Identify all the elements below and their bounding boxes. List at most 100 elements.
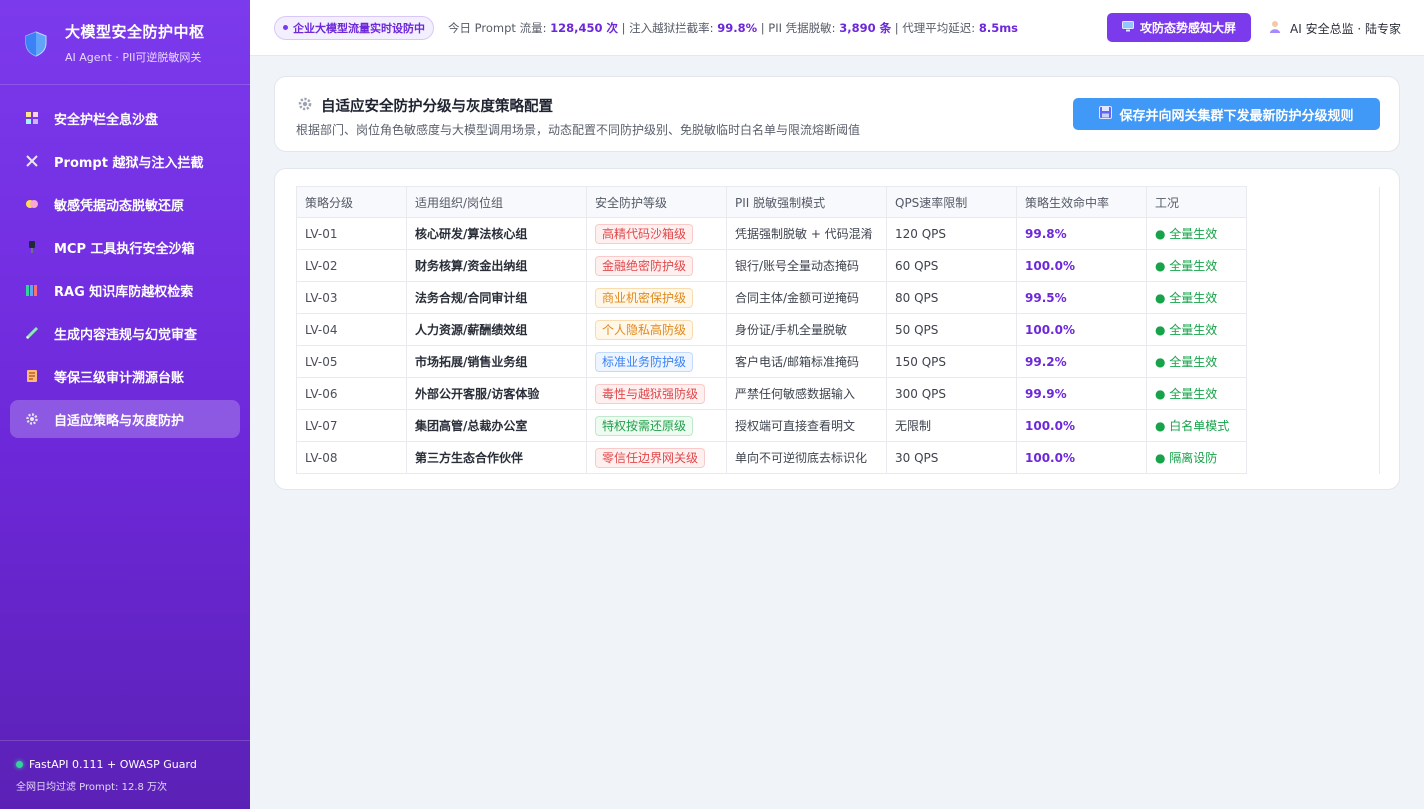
sidebar-item-label: 等保三级审计溯源台账: [54, 370, 185, 386]
column-header: QPS速率限制: [886, 186, 1017, 218]
metric-value: 99.8%: [717, 20, 758, 35]
policy-status: ● 全量生效: [1146, 313, 1247, 346]
table-row[interactable]: LV-02 财务核算/资金出纳组 金融绝密防护级 银行/账号全量动态掩码 60 …: [296, 249, 1380, 282]
policy-status: ● 全量生效: [1146, 249, 1247, 282]
policy-qps: 150 QPS: [886, 345, 1017, 378]
table-row[interactable]: LV-07 集团高管/总裁办公室 特权按需还原级 授权端可直接查看明文 无限制 …: [296, 409, 1380, 442]
metric-label: | 代理平均延迟:: [891, 20, 979, 35]
brand-subtitle: AI Agent · PII可逆脱敏网关: [65, 51, 202, 64]
sidebar-item-audit-ledger[interactable]: 等保三级审计溯源台账: [10, 357, 240, 395]
policy-hit-rate: 100.0%: [1016, 313, 1147, 346]
table-spacer: [1246, 217, 1380, 250]
policy-status: ● 全量生效: [1146, 377, 1247, 410]
table-row[interactable]: LV-03 法务合规/合同审计组 商业机密保护级 合同主体/金额可逆掩码 80 …: [296, 281, 1380, 314]
dashboard-icon: [24, 110, 40, 126]
policy-org: 财务核算/资金出纳组: [406, 249, 587, 282]
policy-level-tag: 商业机密保护级: [595, 287, 694, 308]
sidebar-nav: 安全护栏全息沙盘 Prompt 越狱与注入拦截 敏感凭据动态脱敏还原 MCP 工…: [0, 85, 250, 438]
policy-qps: 300 QPS: [886, 377, 1017, 410]
policy-mode: 凭据强制脱敏 + 代码混淆: [726, 217, 887, 250]
policy-level-cell: 金融绝密防护级: [586, 249, 727, 282]
policy-status: ● 全量生效: [1146, 217, 1247, 250]
table-spacer: [1246, 313, 1380, 346]
situation-screen-button[interactable]: 攻防态势感知大屏: [1107, 13, 1251, 42]
footer-stats: 全网日均过滤 Prompt: 12.8 万次: [16, 782, 168, 793]
policy-qps: 30 QPS: [886, 441, 1017, 474]
table-row[interactable]: LV-04 人力资源/薪酬绩效组 个人隐私高防级 身份证/手机全量脱敏 50 Q…: [296, 313, 1380, 346]
sidebar-item-label: Prompt 越狱与注入拦截: [54, 155, 204, 171]
sidebar-footer: FastAPI 0.111 + OWASP Guard 全网日均过滤 Promp…: [0, 740, 250, 809]
policy-table-card: 策略分级 适用组织/岗位组 安全防护等级 PII 脱敏强制模式 QPS速率限制 …: [274, 168, 1400, 490]
policy-mode: 单向不可逆彻底去标识化: [726, 441, 887, 474]
user-name: AI 安全总监 · 陆专家: [1290, 21, 1402, 36]
policy-mode: 客户电话/邮箱标准掩码: [726, 345, 887, 378]
table-spacer: [1246, 409, 1380, 442]
gear-icon: [297, 96, 313, 116]
table-spacer: [1246, 249, 1380, 282]
policy-id: LV-03: [296, 281, 407, 314]
crossed-swords-icon: [24, 153, 40, 169]
brand: 大模型安全防护中枢 AI Agent · PII可逆脱敏网关: [0, 0, 250, 85]
page-description: 根据部门、岗位角色敏感度与大模型调用场景，动态配置不同防护级别、免脱敏临时白名单…: [296, 123, 861, 137]
policy-mode: 身份证/手机全量脱敏: [726, 313, 887, 346]
policy-id: LV-01: [296, 217, 407, 250]
policy-status: ● 全量生效: [1146, 281, 1247, 314]
sidebar-item-content-review[interactable]: 生成内容违规与幻觉审查: [10, 314, 240, 352]
footer-status: FastAPI 0.111 + OWASP Guard: [29, 758, 197, 771]
policy-id: LV-06: [296, 377, 407, 410]
policy-level-tag: 特权按需还原级: [595, 415, 694, 436]
sidebar-item-label: RAG 知识库防越权检索: [54, 284, 194, 300]
live-dot-icon: [283, 25, 288, 30]
policy-level-tag: 个人隐私高防级: [595, 319, 694, 340]
metric-label: | 注入越狱拦截率:: [618, 20, 718, 35]
save-and-deploy-button[interactable]: 保存并向网关集群下发最新防护分级规则: [1073, 98, 1380, 130]
policy-org: 第三方生态合作伙伴: [406, 441, 587, 474]
policy-mode: 严禁任何敏感数据输入: [726, 377, 887, 410]
live-status-badge: 企业大模型流量实时设防中: [274, 15, 434, 40]
sidebar-item-adaptive-policy[interactable]: 自适应策略与灰度防护: [10, 400, 240, 438]
policy-level-cell: 高精代码沙箱级: [586, 217, 727, 250]
monitor-icon: [1121, 20, 1134, 35]
topbar: 企业大模型流量实时设防中 今日 Prompt 流量: 128,450 次 | 注…: [250, 0, 1424, 56]
traffic-metrics: 今日 Prompt 流量: 128,450 次 | 注入越狱拦截率: 99.8%…: [448, 20, 1018, 36]
policy-hit-rate: 100.0%: [1016, 441, 1147, 474]
policy-level-cell: 个人隐私高防级: [586, 313, 727, 346]
sidebar-item-credential-masking[interactable]: 敏感凭据动态脱敏还原: [10, 185, 240, 223]
table-row[interactable]: LV-06 外部公开客服/访客体验 毒性与越狱强防级 严禁任何敏感数据输入 30…: [296, 377, 1380, 410]
table-row[interactable]: LV-08 第三方生态合作伙伴 零信任边界网关级 单向不可逆彻底去标识化 30 …: [296, 441, 1380, 474]
policy-qps: 80 QPS: [886, 281, 1017, 314]
column-header: 适用组织/岗位组: [406, 186, 587, 218]
table-header-row: 策略分级 适用组织/岗位组 安全防护等级 PII 脱敏强制模式 QPS速率限制 …: [296, 186, 1380, 218]
gear-icon: [24, 411, 40, 427]
sidebar-item-prompt-injection[interactable]: Prompt 越狱与注入拦截: [10, 142, 240, 180]
column-header: 安全防护等级: [586, 186, 727, 218]
sidebar-item-rag-retrieval[interactable]: RAG 知识库防越权检索: [10, 271, 240, 309]
table-row[interactable]: LV-05 市场拓展/销售业务组 标准业务防护级 客户电话/邮箱标准掩码 150…: [296, 345, 1380, 378]
table-spacer: [1246, 377, 1380, 410]
policy-hit-rate: 99.8%: [1016, 217, 1147, 250]
page-title-row: 自适应安全防护分级与灰度策略配置: [297, 95, 553, 116]
table-row[interactable]: LV-01 核心研发/算法核心组 高精代码沙箱级 凭据强制脱敏 + 代码混淆 1…: [296, 217, 1380, 250]
sidebar-item-guardrail-sandbox[interactable]: 安全护栏全息沙盘: [10, 99, 240, 137]
policy-qps: 120 QPS: [886, 217, 1017, 250]
sidebar: 大模型安全防护中枢 AI Agent · PII可逆脱敏网关 安全护栏全息沙盘 …: [0, 0, 250, 809]
policy-id: LV-02: [296, 249, 407, 282]
column-header: 策略分级: [296, 186, 407, 218]
policy-level-tag: 毒性与越狱强防级: [595, 383, 706, 404]
status-dot-icon: [16, 761, 23, 768]
policy-id: LV-07: [296, 409, 407, 442]
brand-title: 大模型安全防护中枢: [65, 23, 205, 41]
sidebar-item-label: 安全护栏全息沙盘: [54, 112, 159, 128]
situation-screen-label: 攻防态势感知大屏: [1139, 21, 1236, 35]
user-profile[interactable]: AI 安全总监 · 陆专家: [1269, 0, 1401, 56]
policy-mode: 银行/账号全量动态掩码: [726, 249, 887, 282]
metric-value: 8.5ms: [978, 20, 1019, 35]
column-header: 策略生效命中率: [1016, 186, 1147, 218]
policy-level-cell: 特权按需还原级: [586, 409, 727, 442]
policy-org: 集团高管/总裁办公室: [406, 409, 587, 442]
save-and-deploy-label: 保存并向网关集群下发最新防护分级规则: [1119, 108, 1354, 124]
policy-org: 核心研发/算法核心组: [406, 217, 587, 250]
user-avatar-icon: [1269, 20, 1281, 36]
policy-hit-rate: 99.2%: [1016, 345, 1147, 378]
sidebar-item-mcp-sandbox[interactable]: MCP 工具执行安全沙箱: [10, 228, 240, 266]
